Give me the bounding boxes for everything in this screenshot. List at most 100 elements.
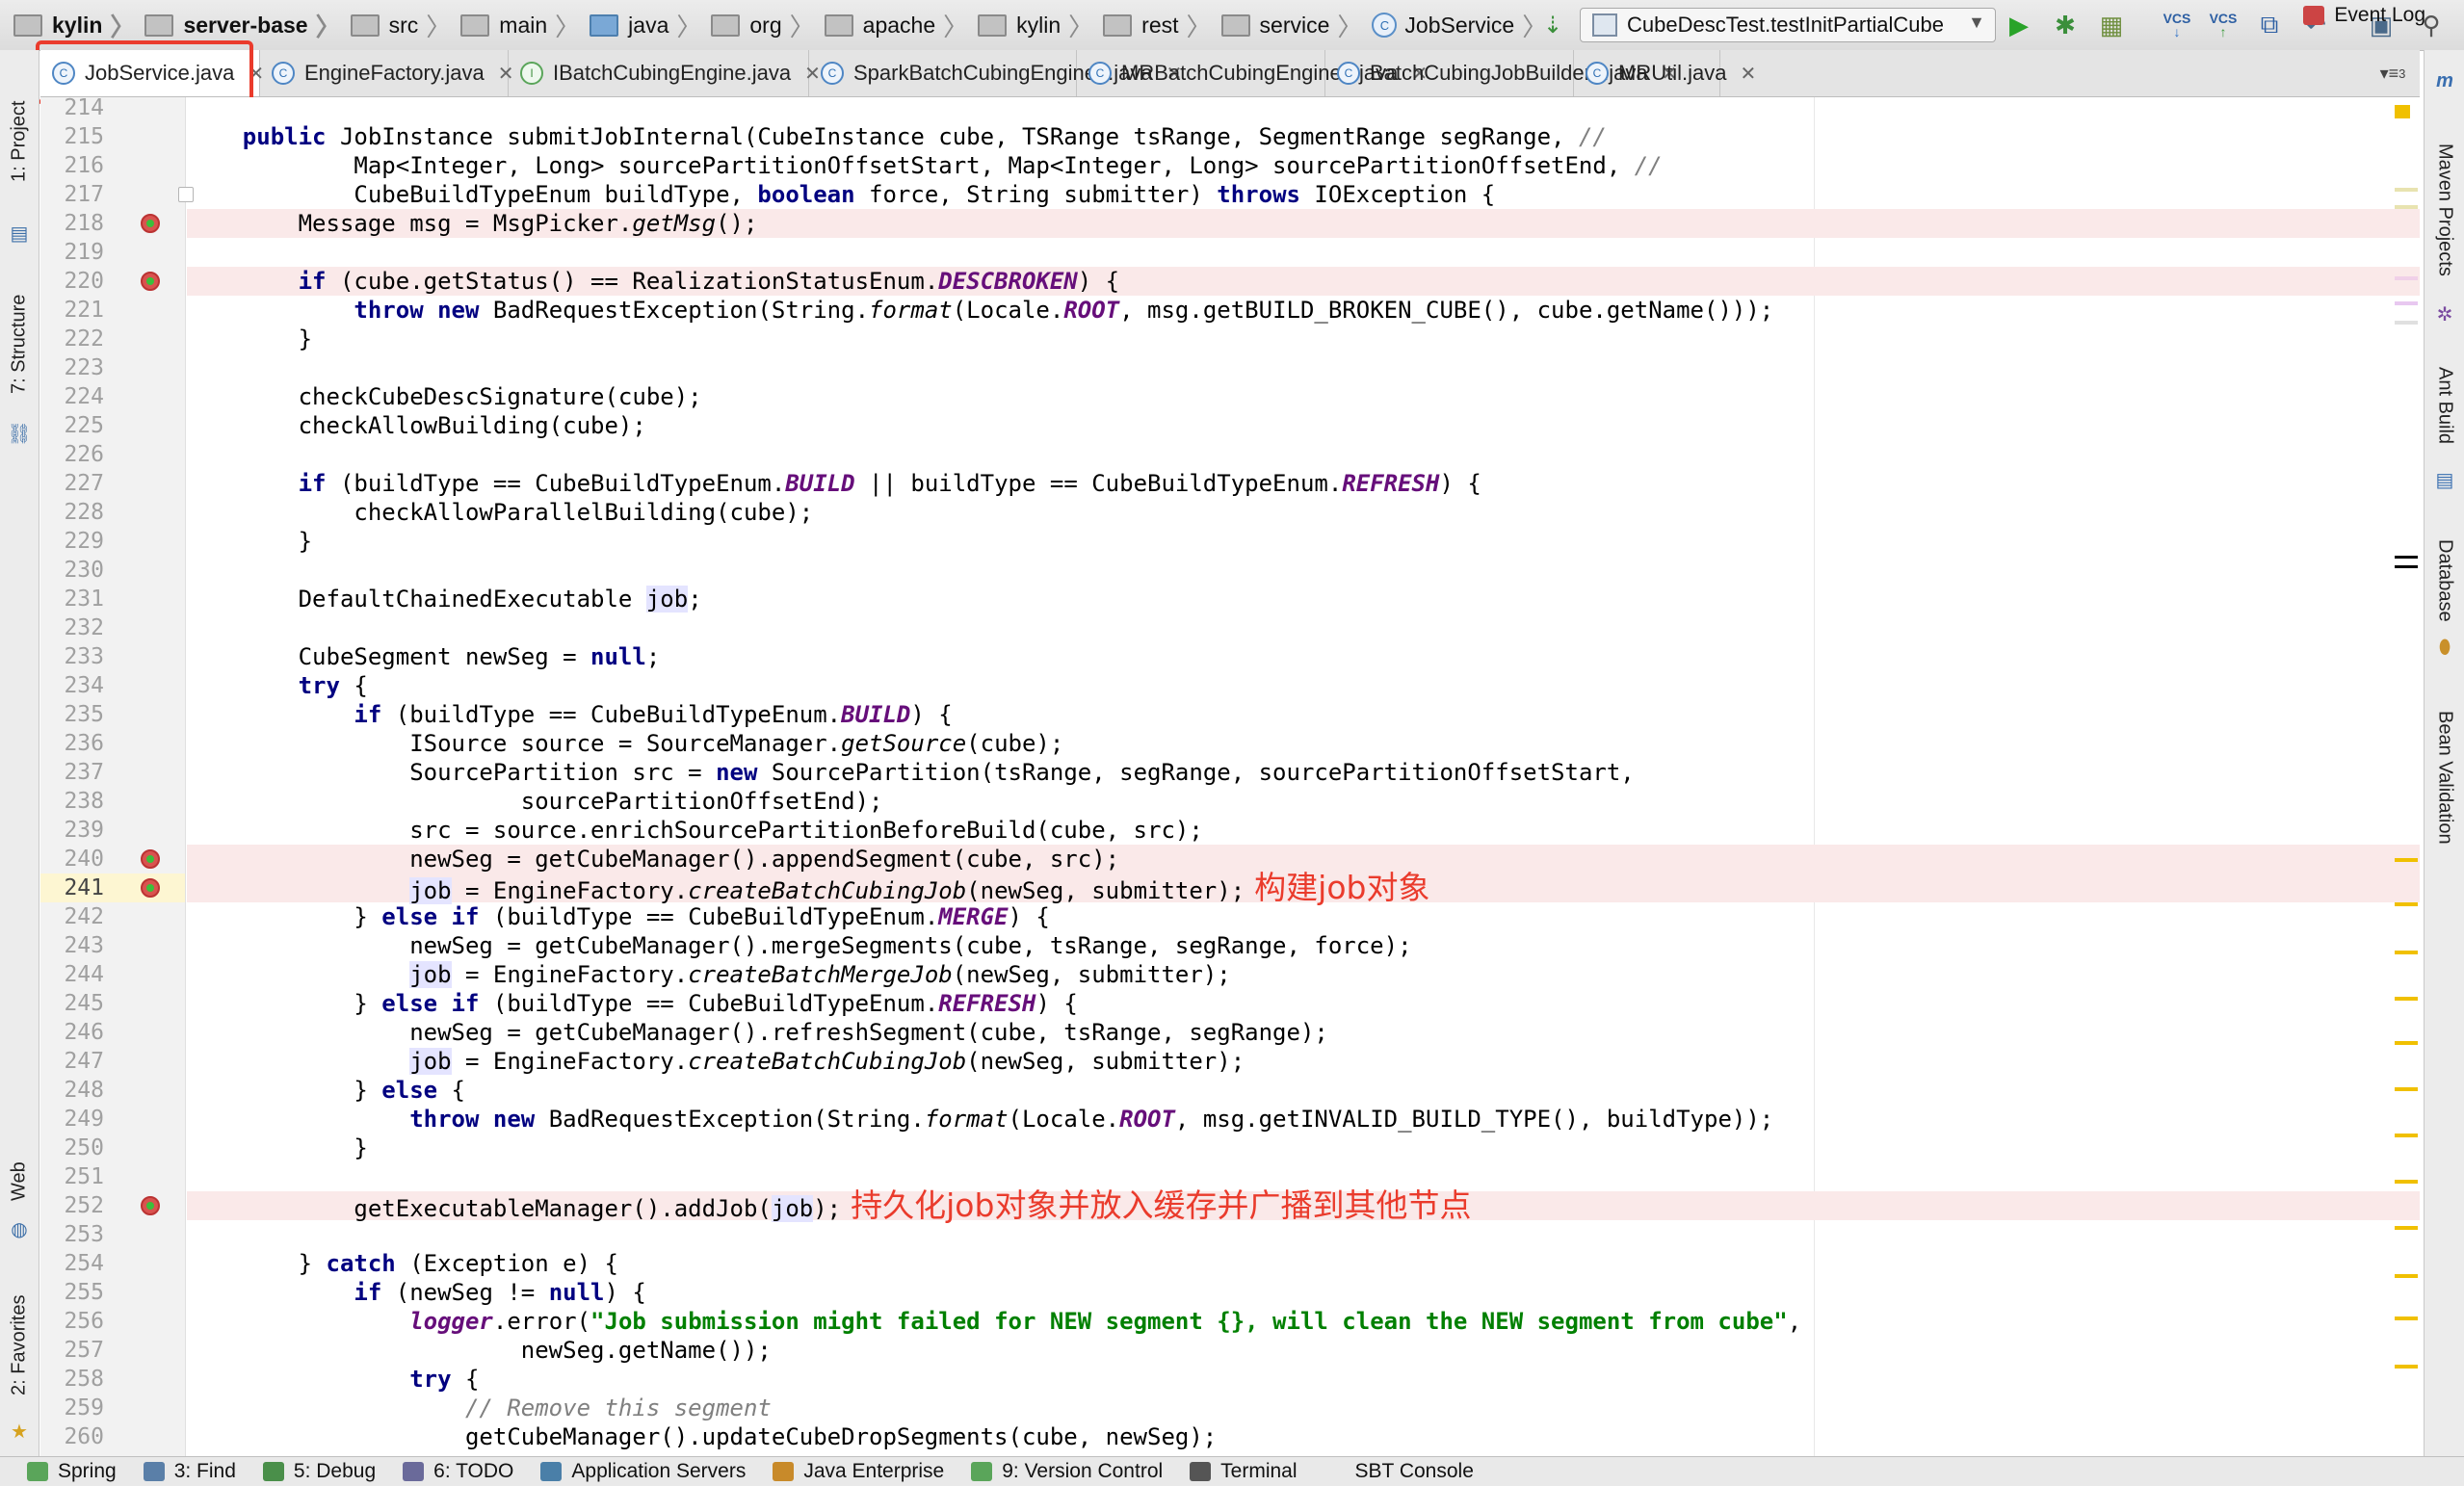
stripe-mark — [2395, 858, 2418, 862]
run-configuration-select[interactable]: CubeDescTest.testInitPartialCube ▼ — [1580, 8, 1996, 42]
folder-icon — [711, 13, 741, 37]
event-log-button[interactable]: Event Log — [2303, 4, 2425, 27]
coverage-icon[interactable]: ▦ — [2096, 10, 2127, 40]
tab-enginefactory[interactable]: C EngineFactory.java ✕ — [260, 50, 513, 96]
tab-ibatchcubingengine[interactable]: I IBatchCubingEngine.java ✕ — [509, 50, 821, 96]
tool-icon — [262, 1462, 284, 1481]
breadcrumb-item[interactable]: service 〉 — [1220, 8, 1373, 43]
code-line: 220 if (cube.getStatus() == RealizationS… — [40, 267, 2420, 296]
tab-overflow-count: 3 — [2398, 65, 2406, 81]
stripe-mark — [2395, 951, 2418, 954]
code-text: sourcePartitionOffsetEnd); — [187, 788, 883, 815]
tool-spring[interactable]: Spring — [27, 1460, 117, 1483]
code-line: 219 — [40, 238, 2420, 267]
tab-mrbatchcubingengine2[interactable]: C MRBatchCubingEngine2.java ✕ — [1077, 50, 1428, 96]
line-number: 243 — [64, 933, 104, 958]
code-line: 227 if (buildType == CubeBuildTypeEnum.B… — [40, 469, 2420, 498]
tab-batchcubingjobbuilder2[interactable]: C BatchCubingJobBuilder2.java ✕ — [1325, 50, 1677, 96]
breadcrumb-item[interactable]: server-base 〉 — [144, 8, 350, 43]
tool-java-enterprise[interactable]: Java Enterprise — [773, 1460, 944, 1483]
code-text: } else { — [187, 1077, 465, 1104]
stripe-mark — [2395, 1274, 2418, 1278]
tool-sbt-console[interactable]: SBT Console — [1324, 1460, 1474, 1483]
tool-structure[interactable]: 7: Structure — [0, 272, 39, 416]
line-number: 241 — [64, 875, 104, 900]
tool-9-version-control[interactable]: 9: Version Control — [971, 1460, 1163, 1483]
folder-icon — [144, 13, 174, 37]
vcs-commit-icon[interactable]: VCS ↑ — [2208, 10, 2239, 40]
tool-ant-build[interactable]: Ant Build — [2425, 333, 2464, 478]
breakpoint-icon[interactable] — [141, 214, 160, 233]
breakpoint-icon[interactable] — [141, 878, 160, 898]
tool-terminal[interactable]: Terminal — [1190, 1460, 1298, 1483]
vcs-update-icon[interactable]: VCS ↓ — [2162, 10, 2192, 40]
error-stripe[interactable] — [2391, 97, 2418, 1456]
folder-icon — [460, 13, 490, 37]
line-number: 220 — [64, 269, 104, 294]
run-config-icon — [1592, 13, 1617, 37]
project-icon: ▤ — [10, 222, 29, 245]
tool-project[interactable]: 1: Project — [0, 69, 39, 214]
tool-bean-validation[interactable]: Bean Validation — [2425, 666, 2464, 888]
breadcrumb-item[interactable]: kylin 〉 — [13, 8, 144, 43]
code-line: 247 job = EngineFactory.createBatchCubin… — [40, 1047, 2420, 1076]
tool-application-servers[interactable]: Application Servers — [540, 1460, 746, 1483]
tool-3-find[interactable]: 3: Find — [143, 1460, 236, 1483]
breadcrumb-item[interactable]: org 〉 — [711, 8, 824, 43]
tool-label: 9: Version Control — [1002, 1460, 1164, 1482]
code-line: 226 — [40, 440, 2420, 469]
breadcrumb-item[interactable]: rest 〉 — [1103, 8, 1220, 43]
tool-web[interactable]: Web — [0, 1148, 39, 1215]
debug-icon[interactable]: ✱ — [2050, 10, 2081, 40]
close-icon[interactable]: ✕ — [1740, 62, 1756, 86]
breadcrumb-item[interactable]: main 〉 — [460, 8, 590, 43]
interface-icon: I — [520, 62, 543, 85]
code-text: job = EngineFactory.createBatchMergeJob(… — [409, 961, 1231, 988]
line-number: 242 — [64, 904, 104, 929]
chevron-right-icon: 〉 — [676, 12, 702, 41]
code-line: 252 getExecutableManager().addJob(job); 持… — [40, 1186, 2420, 1224]
code-line: 253 — [40, 1220, 2420, 1249]
tool-icon — [540, 1462, 563, 1481]
folder-icon — [13, 13, 42, 37]
class-icon: C — [1088, 62, 1112, 85]
code-line: 231 DefaultChainedExecutable job; — [40, 585, 2420, 613]
stripe-mark — [2395, 997, 2418, 1001]
code-editor[interactable]: 214 215 public JobInstance submitJobInter… — [40, 97, 2420, 1456]
breadcrumb-item[interactable]: kylin 〉 — [978, 8, 1103, 43]
breadcrumb-label: JobService — [1404, 12, 1515, 38]
breakpoint-icon[interactable] — [141, 1196, 160, 1215]
folder-icon — [590, 13, 619, 37]
bean-icon: ⬮ — [2438, 636, 2451, 658]
breakpoint-icon[interactable] — [141, 272, 160, 291]
breadcrumb-item[interactable]: C JobService 〉 — [1372, 8, 1557, 43]
sort-icon[interactable]: ⇣ — [1537, 10, 1568, 40]
code-text: job = EngineFactory.createBatchCubingJob… — [409, 1048, 1245, 1075]
stripe-mark — [2395, 321, 2418, 325]
code-line: 257 newSeg.getName()); — [40, 1336, 2420, 1365]
tool-5-debug[interactable]: 5: Debug — [262, 1460, 376, 1483]
code-line: 242 } else if (buildType == CubeBuildTyp… — [40, 902, 2420, 931]
line-number: 249 — [64, 1107, 104, 1132]
vcs-history-icon[interactable]: ⧉ — [2254, 10, 2285, 40]
run-icon[interactable]: ▶ — [2004, 10, 2034, 40]
tool-maven-projects[interactable]: Maven Projects — [2425, 104, 2464, 316]
code-text: checkAllowBuilding(cube); — [187, 412, 646, 439]
tool-favorites[interactable]: 2: Favorites — [0, 1273, 39, 1418]
tab-sparkbatchcubingengine2[interactable]: C SparkBatchCubingEngine2.java ✕ — [809, 50, 1182, 96]
tab-mrutil[interactable]: C MRUtil.java ✕ — [1574, 50, 1756, 96]
breadcrumb-item[interactable]: apache 〉 — [824, 8, 978, 43]
breadcrumb-item[interactable]: src 〉 — [350, 8, 461, 43]
chevron-right-icon: 〉 — [110, 12, 136, 41]
tool-6-todo[interactable]: 6: TODO — [403, 1460, 513, 1483]
breakpoint-icon[interactable] — [141, 849, 160, 869]
stripe-mark — [2395, 556, 2418, 559]
code-line: 216 Map<Integer, Long> sourcePartitionOf… — [40, 151, 2420, 180]
breadcrumb-label: rest — [1141, 12, 1179, 38]
stripe-mark — [2395, 1134, 2418, 1137]
annotation-persist-job: 持久化job对象并放入缓存并广播到其他节点 — [851, 1186, 1472, 1224]
tab-overflow-button[interactable]: ▾≡ 3 — [2366, 50, 2420, 96]
code-text: getExecutableManager().addJob(job); 持久化jo… — [187, 1186, 1472, 1224]
ant-icon: ✲ — [2436, 303, 2453, 326]
breadcrumb-item[interactable]: java 〉 — [590, 8, 711, 43]
